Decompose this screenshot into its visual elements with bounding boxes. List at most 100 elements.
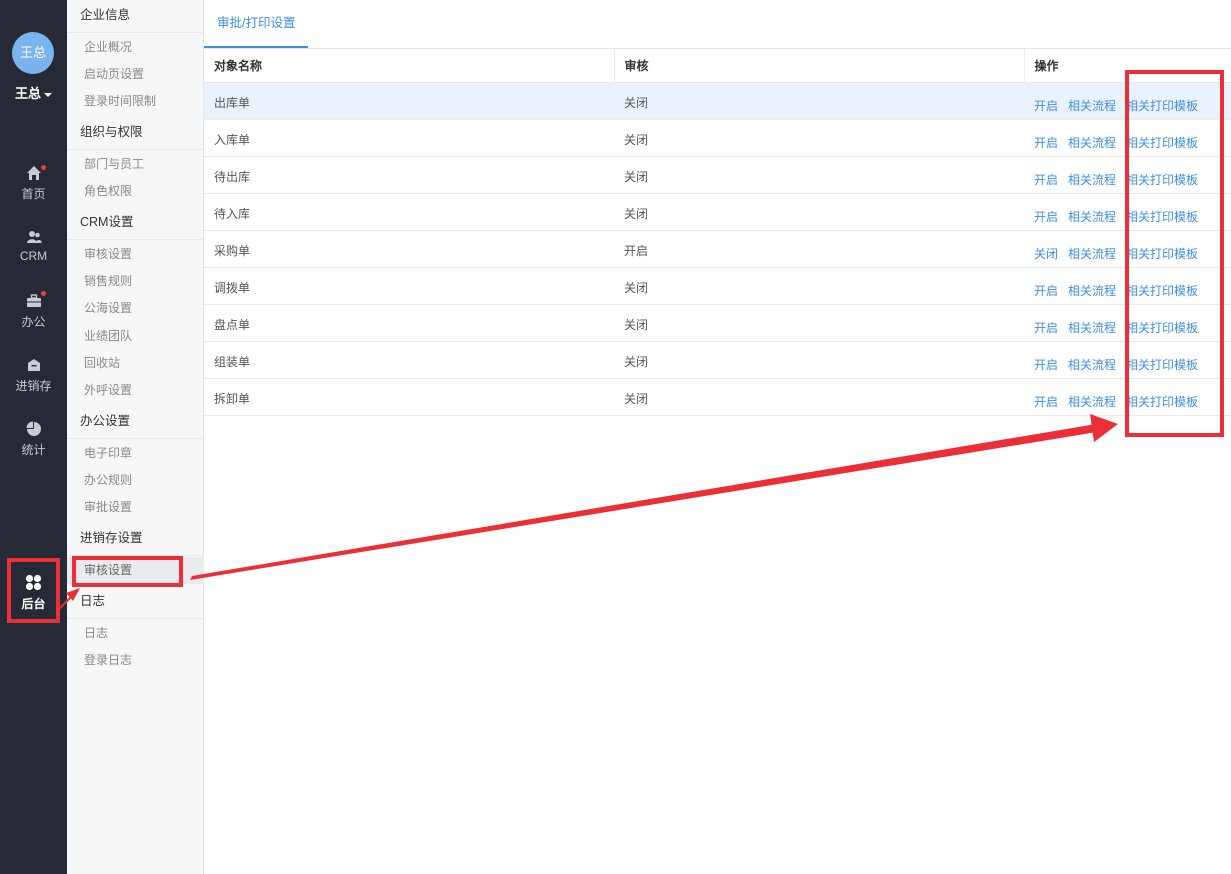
menu-item[interactable]: 电子印章: [67, 440, 204, 467]
object-name: 调拨单: [204, 267, 614, 305]
nav-item-stats[interactable]: 统计: [0, 421, 67, 458]
related-flow-link[interactable]: 相关流程: [1068, 284, 1116, 298]
menu-item-inventory-approval[interactable]: 审核设置: [67, 557, 204, 584]
related-print-template-link[interactable]: 相关打印模板: [1126, 136, 1198, 150]
related-print-template-link[interactable]: 相关打印模板: [1126, 99, 1198, 113]
related-flow-link[interactable]: 相关流程: [1068, 395, 1116, 409]
caret-down-icon: [44, 92, 52, 97]
nav-item-home[interactable]: 首页: [0, 165, 67, 202]
menu-group-title: CRM设置: [67, 207, 204, 240]
tab-bar: 审批/打印设置: [204, 0, 1231, 49]
main-nav-rail: 王总 王总 首页 CRM 办公 进销存 统计 后台: [0, 0, 67, 874]
menu-item[interactable]: 回收站: [67, 350, 204, 377]
menu-item[interactable]: 外呼设置: [67, 377, 204, 404]
row-actions: 关闭 相关流程 相关打印模板: [1024, 230, 1231, 268]
related-print-template-link[interactable]: 相关打印模板: [1126, 210, 1198, 224]
menu-item[interactable]: 企业概况: [67, 34, 204, 61]
review-status: 关闭: [614, 378, 1024, 416]
nav-item-admin[interactable]: 后台: [0, 574, 67, 612]
nav-item-crm[interactable]: CRM: [0, 229, 67, 263]
menu-item[interactable]: 角色权限: [67, 178, 204, 205]
related-print-template-link[interactable]: 相关打印模板: [1126, 173, 1198, 187]
warehouse-icon: [27, 359, 40, 371]
toggle-review-link[interactable]: 开启: [1034, 136, 1058, 150]
toggle-review-link[interactable]: 开启: [1034, 395, 1058, 409]
table-row: 拆卸单 关闭 开启 相关流程 相关打印模板: [204, 378, 1231, 416]
related-print-template-link[interactable]: 相关打印模板: [1126, 395, 1198, 409]
table-header-row: 对象名称 审核 操作: [204, 49, 1231, 83]
row-actions: 开启 相关流程 相关打印模板: [1024, 267, 1231, 305]
briefcase-icon: [26, 294, 41, 307]
nav-label-inventory: 进销存: [15, 379, 52, 393]
column-header-actions: 操作: [1024, 49, 1231, 83]
menu-item[interactable]: 业绩团队: [67, 323, 204, 350]
table-row: 组装单 关闭 开启 相关流程 相关打印模板: [204, 341, 1231, 379]
users-icon: [26, 231, 42, 243]
related-flow-link[interactable]: 相关流程: [1068, 173, 1116, 187]
object-name: 采购单: [204, 230, 614, 268]
pie-chart-icon: [26, 421, 41, 436]
review-status: 关闭: [614, 119, 1024, 157]
menu-group-title: 日志: [67, 586, 204, 619]
user-menu[interactable]: 王总: [0, 83, 67, 102]
related-print-template-link[interactable]: 相关打印模板: [1126, 358, 1198, 372]
nav-item-inventory[interactable]: 进销存: [0, 357, 67, 394]
review-status: 关闭: [614, 304, 1024, 342]
toggle-review-link[interactable]: 开启: [1034, 210, 1058, 224]
review-status: 关闭: [614, 156, 1024, 194]
table-row: 出库单 关闭 开启 相关流程 相关打印模板: [204, 82, 1231, 120]
table-row: 采购单 开启 关闭 相关流程 相关打印模板: [204, 230, 1231, 268]
menu-item[interactable]: 审核设置: [67, 241, 204, 268]
menu-item[interactable]: 日志: [67, 620, 204, 647]
menu-item[interactable]: 登录时间限制: [67, 88, 204, 115]
menu-item[interactable]: 启动页设置: [67, 61, 204, 88]
menu-group-title: 进销存设置: [67, 523, 204, 556]
menu-item[interactable]: 销售规则: [67, 268, 204, 295]
menu-item[interactable]: 公海设置: [67, 295, 204, 322]
toggle-review-link[interactable]: 开启: [1034, 284, 1058, 298]
menu-item[interactable]: 部门与员工: [67, 151, 204, 178]
related-print-template-link[interactable]: 相关打印模板: [1126, 247, 1198, 261]
table-row: 盘点单 关闭 开启 相关流程 相关打印模板: [204, 304, 1231, 342]
user-name: 王总: [14, 86, 41, 101]
related-flow-link[interactable]: 相关流程: [1068, 136, 1116, 150]
related-flow-link[interactable]: 相关流程: [1068, 99, 1116, 113]
toggle-review-link[interactable]: 开启: [1034, 99, 1058, 113]
row-actions: 开启 相关流程 相关打印模板: [1024, 378, 1231, 416]
review-status: 关闭: [614, 193, 1024, 231]
table-row: 待出库 关闭 开启 相关流程 相关打印模板: [204, 156, 1231, 194]
nav-item-office[interactable]: 办公: [0, 291, 67, 330]
notification-dot: [41, 165, 46, 170]
related-flow-link[interactable]: 相关流程: [1068, 210, 1116, 224]
nav-label-admin: 后台: [21, 597, 46, 611]
menu-group-title: 组织与权限: [67, 117, 204, 150]
toggle-review-link[interactable]: 开启: [1034, 173, 1058, 187]
row-actions: 开启 相关流程 相关打印模板: [1024, 304, 1231, 342]
review-status: 关闭: [614, 341, 1024, 379]
menu-item[interactable]: 办公规则: [67, 467, 204, 494]
row-actions: 开启 相关流程 相关打印模板: [1024, 119, 1231, 157]
row-actions: 开启 相关流程 相关打印模板: [1024, 156, 1231, 194]
tab-approval-print-settings[interactable]: 审批/打印设置: [204, 0, 309, 48]
related-flow-link[interactable]: 相关流程: [1068, 321, 1116, 335]
related-flow-link[interactable]: 相关流程: [1068, 358, 1116, 372]
menu-item[interactable]: 登录日志: [67, 647, 204, 674]
row-actions: 开启 相关流程 相关打印模板: [1024, 341, 1231, 379]
main-content: 审批/打印设置 对象名称 审核 操作 出库单 关闭 开启 相关流程 相关打印模板 入…: [204, 0, 1231, 874]
review-status: 关闭: [614, 82, 1024, 120]
object-name: 组装单: [204, 341, 614, 379]
toggle-review-link[interactable]: 关闭: [1034, 247, 1058, 261]
avatar[interactable]: 王总: [12, 32, 54, 74]
notification-dot: [41, 291, 46, 296]
object-settings-table: 对象名称 审核 操作 出库单 关闭 开启 相关流程 相关打印模板 入库单 关闭 开启…: [204, 49, 1231, 416]
related-print-template-link[interactable]: 相关打印模板: [1126, 321, 1198, 335]
toggle-review-link[interactable]: 开启: [1034, 358, 1058, 372]
related-flow-link[interactable]: 相关流程: [1068, 247, 1116, 261]
nav-label-stats: 统计: [21, 443, 46, 457]
toggle-review-link[interactable]: 开启: [1034, 321, 1058, 335]
object-name: 拆卸单: [204, 378, 614, 416]
column-header-review: 审核: [614, 49, 1025, 83]
related-print-template-link[interactable]: 相关打印模板: [1126, 284, 1198, 298]
menu-group-title: 企业信息: [67, 0, 204, 33]
menu-item[interactable]: 审批设置: [67, 494, 204, 521]
